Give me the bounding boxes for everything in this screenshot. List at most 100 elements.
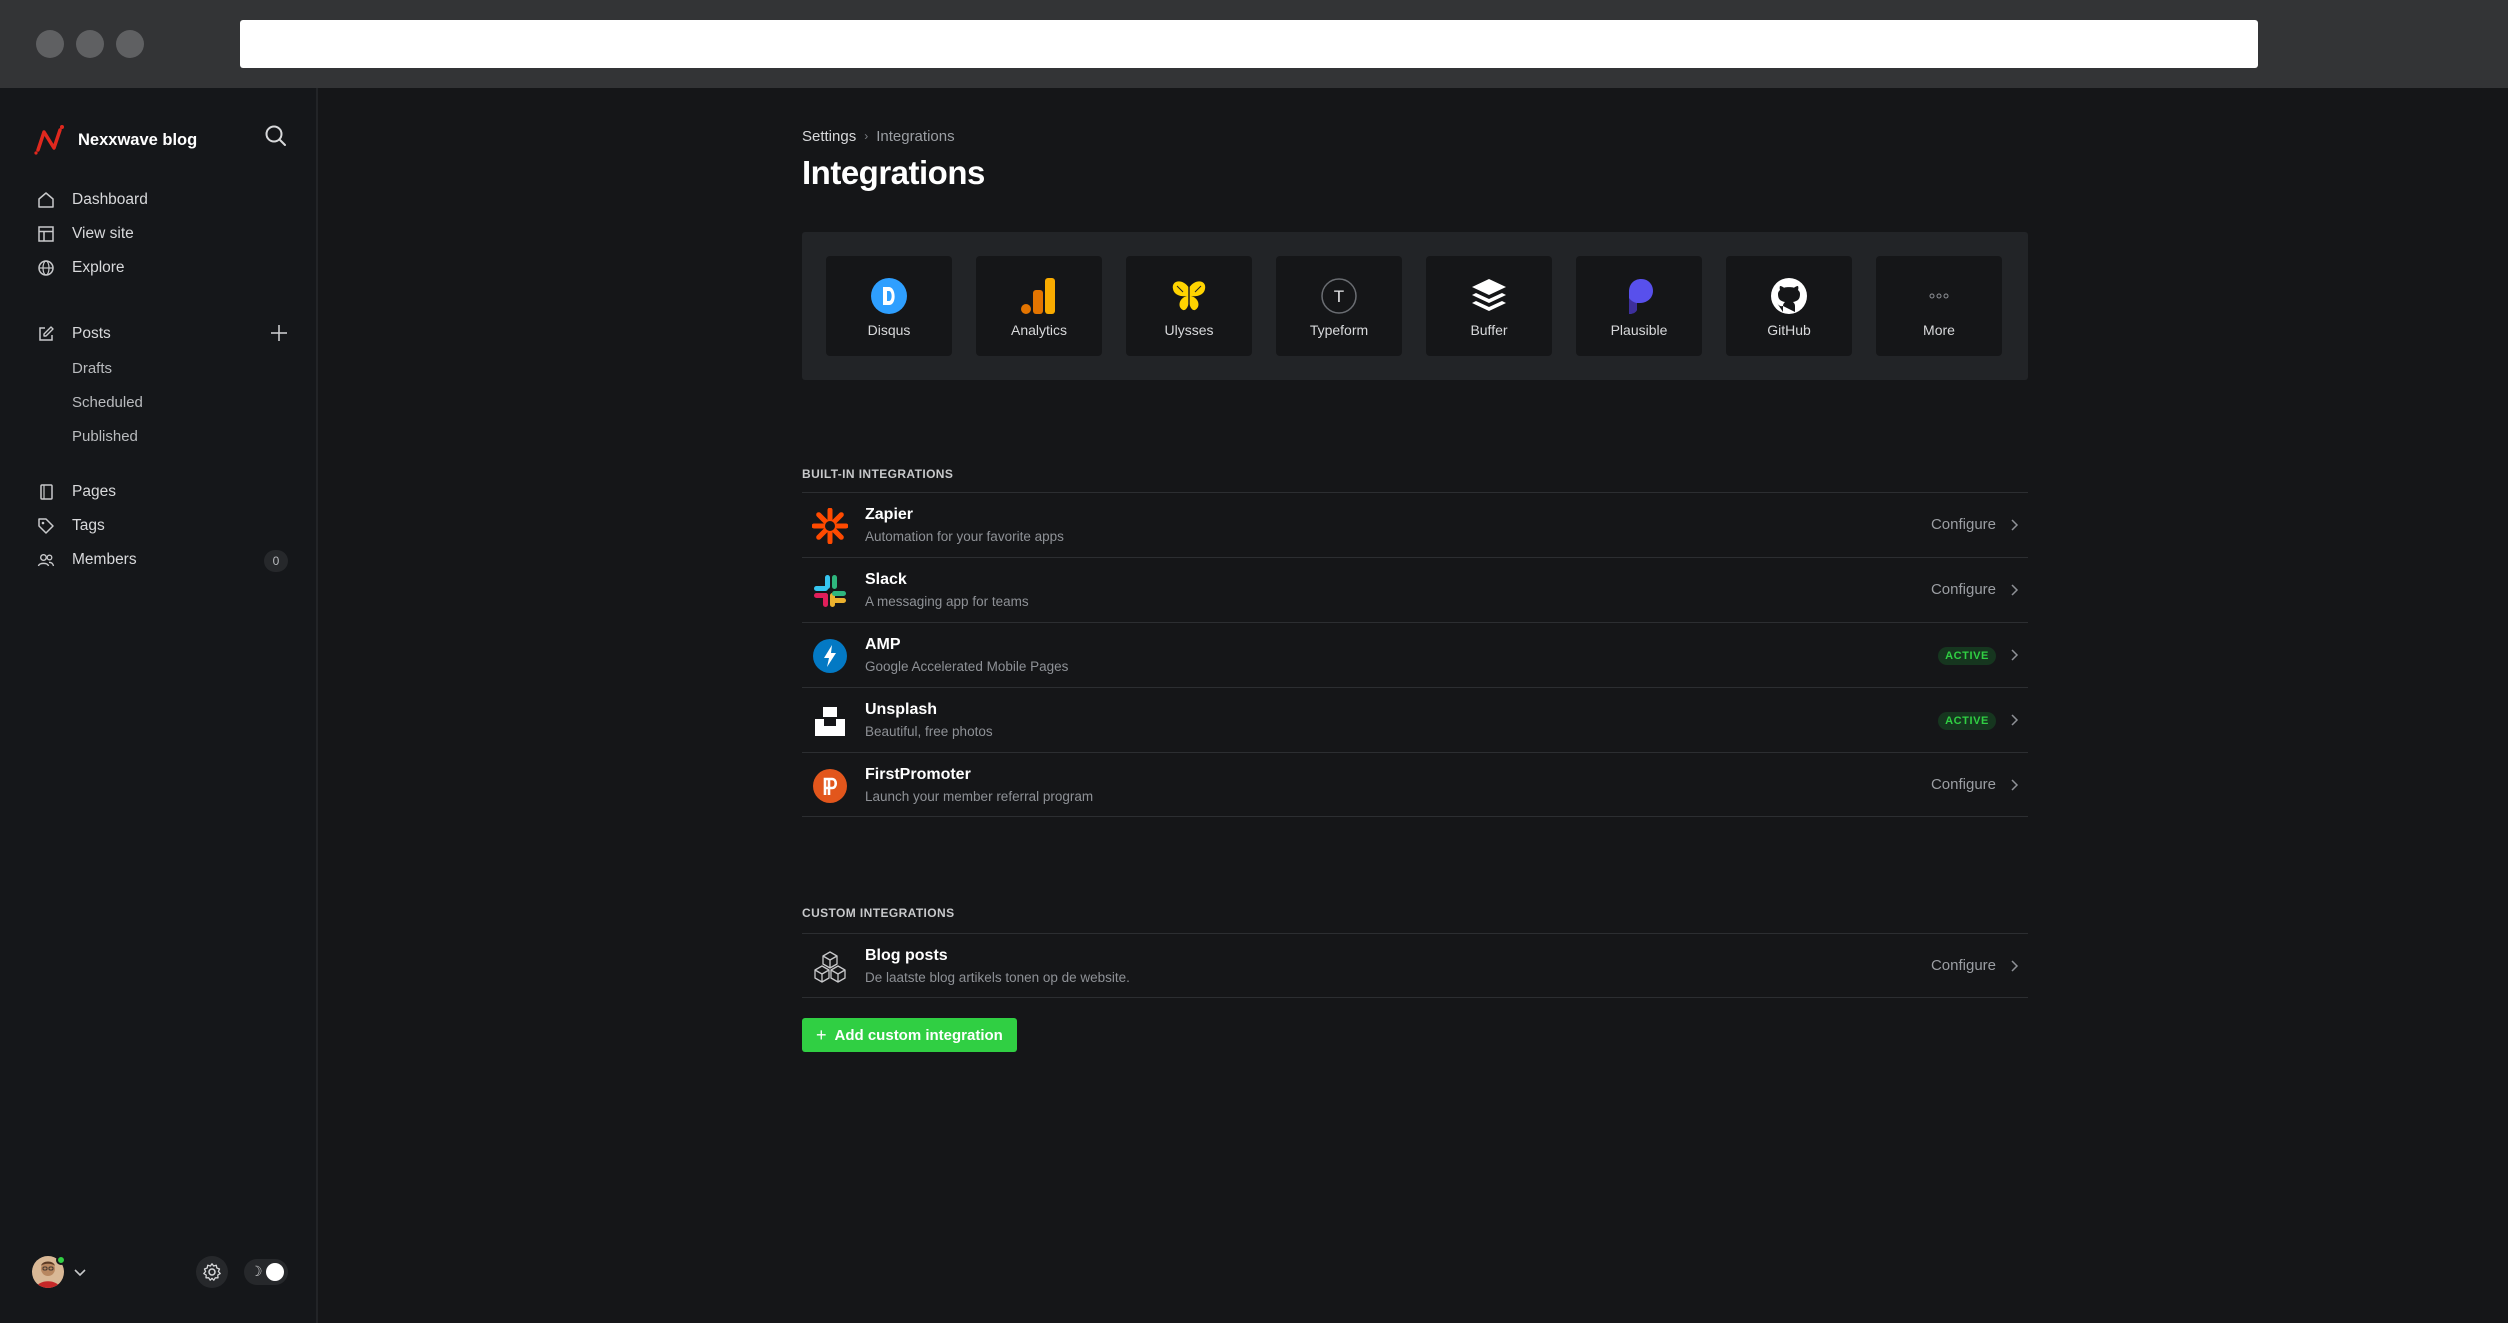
integration-title: Blog posts xyxy=(865,947,948,964)
configure-button[interactable]: Configure xyxy=(1931,581,1996,598)
nav-posts[interactable]: Posts xyxy=(36,319,111,349)
nav-tags-label: Tags xyxy=(72,517,105,534)
nav-drafts[interactable]: Drafts xyxy=(72,354,112,382)
members-count-badge: 0 xyxy=(264,550,288,572)
configure-button[interactable]: Configure xyxy=(1931,776,1996,793)
globe-icon xyxy=(36,258,56,278)
chevron-right-icon xyxy=(2011,584,2019,596)
minimize-window-button[interactable] xyxy=(76,30,104,58)
cubes-icon xyxy=(812,949,848,985)
integration-title: AMP xyxy=(865,636,901,653)
chevron-right-icon xyxy=(2011,779,2019,791)
nav-tags[interactable]: Tags xyxy=(36,511,105,541)
more-dots-icon xyxy=(1919,276,1959,316)
window-titlebar xyxy=(0,0,2508,88)
section-builtin-label: BUILT-IN INTEGRATIONS xyxy=(802,467,954,481)
chevron-right-icon: › xyxy=(864,129,869,143)
app-directory: Disqus Analytics Ulysses T Typeform Buff… xyxy=(802,232,2028,380)
chevron-down-icon[interactable] xyxy=(72,1264,88,1280)
sidebar: Nexxwave blog Dashboard View site Explor… xyxy=(0,88,318,1323)
active-status-badge: ACTIVE xyxy=(1938,712,1996,730)
maximize-window-button[interactable] xyxy=(116,30,144,58)
configure-button[interactable]: Configure xyxy=(1931,516,1996,533)
toggle-knob xyxy=(266,1263,284,1281)
nav-dashboard[interactable]: Dashboard xyxy=(36,185,148,215)
site-brand[interactable]: Nexxwave blog xyxy=(32,120,197,160)
app-tile-disqus[interactable]: Disqus xyxy=(826,256,952,356)
app-tile-ulysses[interactable]: Ulysses xyxy=(1126,256,1252,356)
integration-row-blog-posts[interactable]: Blog posts De laatste blog artikels tone… xyxy=(802,933,2028,998)
integration-row-slack[interactable]: Slack A messaging app for teams Configur… xyxy=(802,557,2028,622)
active-status-badge: ACTIVE xyxy=(1938,647,1996,665)
github-icon xyxy=(1769,276,1809,316)
layout-icon xyxy=(36,224,56,244)
chevron-right-icon xyxy=(2011,519,2019,531)
nav-view-site-label: View site xyxy=(72,225,134,242)
app-tile-label: GitHub xyxy=(1767,322,1811,338)
page-icon xyxy=(36,482,56,502)
nav-scheduled[interactable]: Scheduled xyxy=(72,388,143,416)
nav-pages[interactable]: Pages xyxy=(36,477,116,507)
app-tile-label: Plausible xyxy=(1610,322,1668,338)
online-status-dot xyxy=(56,1255,66,1265)
gear-icon xyxy=(203,1263,221,1281)
app-tile-typeform[interactable]: T Typeform xyxy=(1276,256,1402,356)
chevron-right-icon xyxy=(2011,960,2019,972)
app-tile-more[interactable]: More xyxy=(1876,256,2002,356)
integration-title: Unsplash xyxy=(865,701,938,718)
integration-description: De laatste blog artikels tonen op de web… xyxy=(865,970,1130,985)
app-tile-label: Analytics xyxy=(1010,322,1068,338)
nav-members-label: Members xyxy=(72,551,137,568)
plus-icon: + xyxy=(816,1024,827,1045)
integration-title: Zapier xyxy=(865,506,914,523)
integration-description: Google Accelerated Mobile Pages xyxy=(865,659,1069,674)
new-post-plus-icon[interactable] xyxy=(268,322,290,344)
moon-icon: ☽ xyxy=(250,1263,263,1279)
buffer-layers-icon xyxy=(1469,276,1509,316)
app-window: Nexxwave blog Dashboard View site Explor… xyxy=(0,88,2508,1323)
add-custom-integration-button[interactable]: + Add custom integration xyxy=(802,1018,1017,1052)
app-tile-analytics[interactable]: Analytics xyxy=(976,256,1102,356)
disqus-icon xyxy=(869,276,909,316)
integration-row-zapier[interactable]: Zapier Automation for your favorite apps… xyxy=(802,492,2028,557)
breadcrumb-current: Integrations xyxy=(876,127,955,145)
breadcrumb: Settings › Integrations xyxy=(802,126,955,146)
chevron-right-icon xyxy=(2011,714,2019,726)
app-tile-plausible[interactable]: Plausible xyxy=(1576,256,1702,356)
integration-row-firstpromoter[interactable]: FirstPromoter Launch your member referra… xyxy=(802,752,2028,817)
add-custom-integration-label: Add custom integration xyxy=(834,1026,1003,1044)
settings-button[interactable] xyxy=(196,1256,228,1288)
integration-title: FirstPromoter xyxy=(865,766,971,783)
app-tile-label: Ulysses xyxy=(1164,322,1214,338)
search-icon[interactable] xyxy=(262,122,290,150)
integration-row-unsplash[interactable]: Unsplash Beautiful, free photos ACTIVE xyxy=(802,687,2028,752)
dark-mode-toggle[interactable]: ☽ xyxy=(244,1259,288,1285)
butterfly-icon xyxy=(1169,276,1209,316)
app-tile-buffer[interactable]: Buffer xyxy=(1426,256,1552,356)
nav-members[interactable]: Members xyxy=(36,545,137,575)
typeform-icon: T xyxy=(1319,276,1359,316)
nav-dashboard-label: Dashboard xyxy=(72,191,148,208)
plausible-icon xyxy=(1619,276,1659,316)
slack-icon xyxy=(812,573,848,609)
configure-button[interactable]: Configure xyxy=(1931,957,1996,974)
nav-view-site[interactable]: View site xyxy=(36,219,134,249)
site-name: Nexxwave blog xyxy=(78,130,198,149)
nav-explore[interactable]: Explore xyxy=(36,253,125,283)
tag-icon xyxy=(36,516,56,536)
members-icon xyxy=(36,550,56,570)
amp-lightning-icon xyxy=(812,638,848,674)
firstpromoter-icon xyxy=(812,768,848,804)
integration-row-amp[interactable]: AMP Google Accelerated Mobile Pages ACTI… xyxy=(802,622,2028,687)
unsplash-icon xyxy=(812,703,848,739)
zapier-icon xyxy=(812,508,848,544)
nav-pages-label: Pages xyxy=(72,483,116,500)
breadcrumb-settings[interactable]: Settings xyxy=(802,128,856,145)
nav-published[interactable]: Published xyxy=(72,422,138,450)
page-title: Integrations xyxy=(802,154,985,191)
close-window-button[interactable] xyxy=(36,30,64,58)
section-custom-label: CUSTOM INTEGRATIONS xyxy=(802,906,955,920)
address-bar[interactable] xyxy=(240,20,2258,68)
integration-description: Automation for your favorite apps xyxy=(865,529,1064,544)
app-tile-github[interactable]: GitHub xyxy=(1726,256,1852,356)
